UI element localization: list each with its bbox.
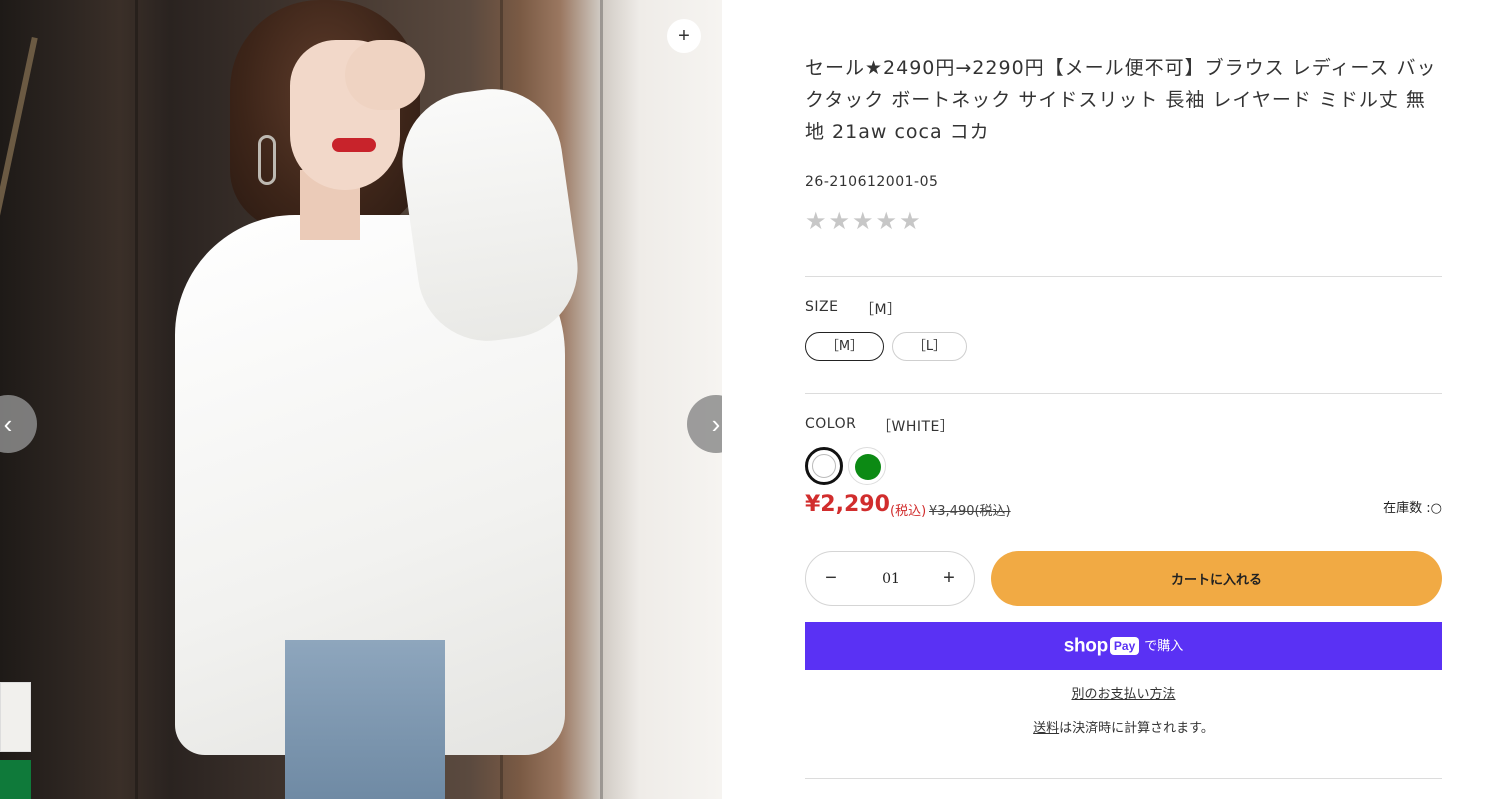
shop-pay-logo-shop: shop <box>1063 635 1108 657</box>
photo-wall-line <box>135 0 138 799</box>
stock-available-icon: ○ <box>1430 501 1442 516</box>
add-to-cart-button[interactable]: カートに入れる <box>991 551 1442 606</box>
photo-wall-line <box>600 0 603 799</box>
product-title: セール★2490円→2290円【メール便不可】ブラウス レディース バックタック… <box>805 57 1437 143</box>
shop-pay-logo-pay: Pay <box>1109 637 1140 656</box>
quantity-input[interactable] <box>861 566 921 592</box>
swatch-dot <box>855 454 881 480</box>
thumbnail-white[interactable] <box>0 682 31 752</box>
product-info-panel: セール★2490円→2290円【メール便不可】ブラウス レディース バックタック… <box>805 0 1442 799</box>
product-sku: 26-210612001-05 <box>805 174 939 190</box>
quantity-increase-button[interactable]: + <box>924 552 974 605</box>
sale-price: ¥2,290 <box>805 492 890 517</box>
gallery-prev-button[interactable]: ‹ <box>0 395 37 453</box>
shipping-note-text: は決済時に計算されます。 <box>1059 721 1214 736</box>
size-selected-value: ［M］ <box>860 302 902 318</box>
stock-label: 在庫数 : <box>1383 501 1431 516</box>
more-payment-options-link[interactable]: 別のお支払い方法 <box>805 683 1442 702</box>
gallery-next-button[interactable]: › <box>687 395 722 453</box>
photo-model-jeans <box>285 640 445 799</box>
zoom-icon[interactable]: + <box>667 19 701 53</box>
swatch-dot <box>812 454 836 478</box>
stock-status: 在庫数 :○ <box>1383 497 1442 516</box>
divider <box>805 778 1442 779</box>
rating-stars[interactable]: ★★★★★ <box>805 207 923 235</box>
photo-model-earring <box>258 135 276 185</box>
thumbnail-green[interactable] <box>0 760 31 799</box>
shop-pay-suffix: で購入 <box>1144 638 1184 654</box>
quantity-decrease-button[interactable]: − <box>806 552 856 605</box>
photo-branch <box>0 37 91 343</box>
size-option-m[interactable]: ［M］ <box>805 332 884 361</box>
color-selected-value: ［WHITE］ <box>877 419 955 435</box>
shipping-link[interactable]: 送料 <box>1033 721 1059 736</box>
size-label: SIZE <box>805 299 839 315</box>
divider <box>805 393 1442 394</box>
color-label: COLOR <box>805 416 857 432</box>
divider <box>805 276 1442 277</box>
color-swatch-white[interactable] <box>805 447 843 485</box>
original-price: ¥3,490(税込) <box>929 504 1011 519</box>
quantity-stepper: − + <box>805 551 975 606</box>
sale-price-tax-note: (税込) <box>890 504 927 519</box>
size-option-l[interactable]: ［L］ <box>892 332 967 361</box>
shipping-note: 送料は決済時に計算されます。 <box>805 717 1442 736</box>
shop-pay-button[interactable]: shop Pay で購入 <box>805 622 1442 670</box>
shop-pay-content: shop Pay で購入 <box>805 622 1442 670</box>
photo-model-hand <box>345 40 425 110</box>
photo-model-lips <box>332 138 376 152</box>
color-swatch-green[interactable] <box>848 447 886 485</box>
product-page: + ‹ › セール★2490円→2290円【メール便不可】ブラウス レディース … <box>0 0 1501 799</box>
product-image-gallery[interactable]: + ‹ › <box>0 0 722 799</box>
